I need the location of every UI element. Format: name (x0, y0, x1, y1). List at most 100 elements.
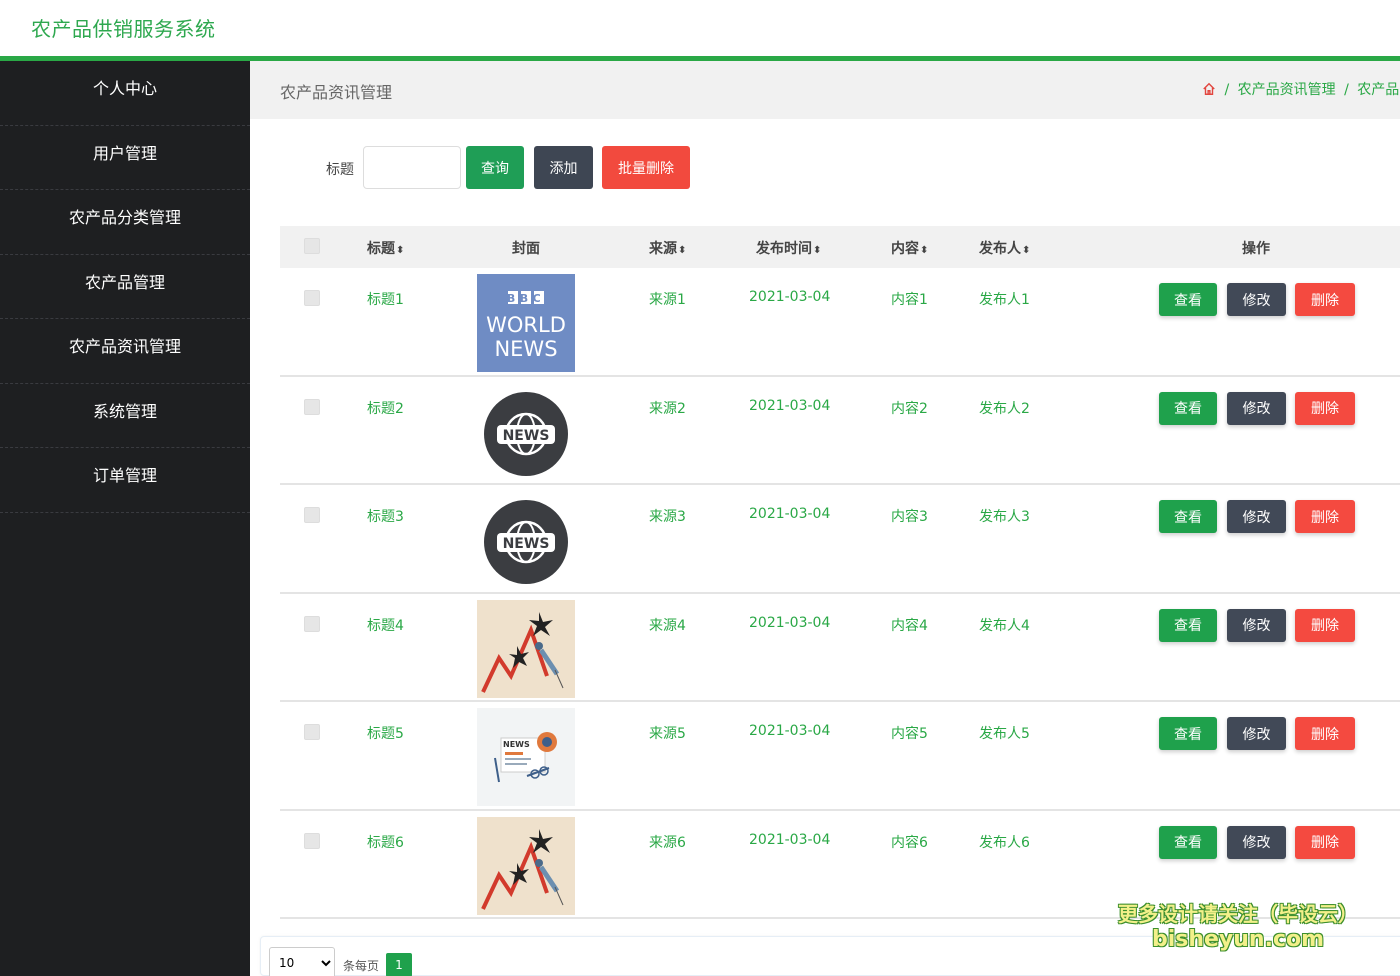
row-checkbox[interactable] (304, 398, 320, 415)
view-button[interactable]: 查看 (1159, 825, 1217, 859)
row-content: 内容4 (891, 617, 928, 634)
header-title[interactable]: 标题⬍ (367, 238, 404, 258)
row-publisher: 发布人2 (979, 400, 1030, 417)
view-button[interactable]: 查看 (1159, 283, 1217, 316)
view-button[interactable]: 查看 (1159, 500, 1217, 533)
row-title: 标题4 (367, 617, 404, 634)
table-row: 标题3 NEWS 来源3 2021-03-04 内容3 发布人3 查看 修改 删… (280, 485, 1400, 594)
top-header: 农产品供销服务系统 (0, 0, 1400, 56)
row-content: 内容5 (891, 726, 928, 742)
table-row: 标题2 NEWS 来源2 2021-03-04 内容2 发布人2 查看 修改 删… (280, 377, 1400, 485)
breadcrumb-item-news-management[interactable]: 农产品资讯管理 (1238, 82, 1336, 98)
delete-button[interactable]: 删除 (1295, 283, 1355, 316)
search-title-input[interactable] (363, 146, 461, 189)
cover-badge-text: NEWS (503, 428, 550, 444)
row-title: 标题3 (367, 509, 404, 525)
row-source: 来源3 (649, 509, 686, 525)
edit-button[interactable]: 修改 (1227, 717, 1286, 750)
header-content[interactable]: 内容⬍ (891, 238, 928, 258)
page-number-current[interactable]: 1 (386, 953, 412, 976)
main-content: 农产品资讯管理 / 农产品资讯管理 / 农产品资讯 标题 查询 添加 批量删除 … (250, 61, 1400, 976)
delete-button[interactable]: 删除 (1295, 391, 1355, 425)
cover-badge-text: NEWS (503, 536, 550, 552)
page-title: 农产品资讯管理 (280, 83, 393, 102)
sort-icon[interactable]: ⬍ (678, 245, 686, 256)
home-icon[interactable] (1202, 82, 1216, 96)
table-row: 标题5 NEWS 来源5 2021-03-04 内容5 发布人5 查看 修改 删… (280, 702, 1400, 811)
app-title: 农产品供销服务系统 (31, 17, 216, 41)
query-button[interactable]: 查询 (466, 146, 524, 189)
view-button[interactable]: 查看 (1159, 391, 1217, 425)
delete-button[interactable]: 删除 (1295, 500, 1355, 533)
add-button[interactable]: 添加 (534, 146, 593, 189)
cover-news-text: NEWS (494, 337, 557, 361)
row-publisher: 发布人4 (979, 617, 1030, 634)
search-bar: 标题 查询 添加 批量删除 (250, 145, 1400, 189)
batch-delete-button[interactable]: 批量删除 (602, 146, 690, 189)
watermark: 更多设计请关注（毕设云） bisheyun.com (1118, 898, 1358, 952)
breadcrumb-separator: / (1224, 82, 1230, 98)
cover-bbc-text: BBC (507, 292, 545, 305)
cover-image-newspaper: NEWS (477, 708, 575, 806)
row-checkbox[interactable] (304, 832, 320, 849)
sidebar-item-system-management[interactable]: 系统管理 (0, 384, 250, 448)
page-size-label: 条每页 (343, 959, 380, 973)
view-button[interactable]: 查看 (1159, 608, 1217, 642)
row-checkbox[interactable] (304, 615, 320, 632)
delete-button[interactable]: 删除 (1295, 717, 1355, 750)
watermark-line1: 更多设计请关注（毕设云） (1118, 902, 1358, 926)
row-content: 内容1 (891, 292, 928, 308)
row-publisher: 发布人5 (979, 726, 1030, 742)
row-checkbox[interactable] (304, 290, 320, 306)
row-content: 内容3 (891, 509, 928, 525)
row-title: 标题2 (367, 400, 404, 417)
row-content: 内容6 (891, 834, 928, 851)
select-all-checkbox[interactable] (304, 238, 320, 254)
search-title-label: 标题 (326, 162, 354, 178)
sidebar-item-order-management[interactable]: 订单管理 (0, 448, 250, 513)
edit-button[interactable]: 修改 (1227, 391, 1286, 425)
sort-icon[interactable]: ⬍ (920, 245, 928, 256)
sort-icon[interactable]: ⬍ (813, 245, 821, 256)
page-size-select[interactable]: 10 (269, 947, 335, 976)
edit-button[interactable]: 修改 (1227, 825, 1286, 859)
sidebar-item-user-management[interactable]: 用户管理 (0, 126, 250, 190)
row-publish-time: 2021-03-04 (749, 831, 831, 848)
row-publisher: 发布人6 (979, 834, 1030, 851)
header-source[interactable]: 来源⬍ (649, 238, 686, 258)
cover-image-news-globe: NEWS (477, 491, 575, 589)
cover-image-falling-chart (477, 816, 575, 915)
sidebar-item-product-management[interactable]: 农产品管理 (0, 255, 250, 319)
row-publisher: 发布人1 (979, 292, 1030, 308)
view-button[interactable]: 查看 (1159, 717, 1217, 750)
row-source: 来源4 (649, 617, 686, 634)
header-publish-time[interactable]: 发布时间⬍ (756, 238, 821, 258)
sidebar-item-personal-center[interactable]: 个人中心 (0, 61, 250, 126)
news-table: 标题⬍ 封面 来源⬍ 发布时间⬍ 内容⬍ 发布人⬍ 操作 标题1 BBC WOR… (280, 226, 1400, 919)
row-publish-time: 2021-03-04 (749, 506, 831, 522)
row-checkbox[interactable] (304, 507, 320, 523)
breadcrumb-bar: 农产品资讯管理 / 农产品资讯管理 / 农产品资讯 (250, 61, 1400, 119)
table-row: 标题1 BBC WORLD NEWS 来源1 2021-03-04 内容1 发布… (280, 268, 1400, 377)
header-publisher[interactable]: 发布人⬍ (979, 238, 1030, 258)
delete-button[interactable]: 删除 (1295, 825, 1355, 859)
delete-button[interactable]: 删除 (1295, 608, 1355, 642)
row-publish-time: 2021-03-04 (749, 614, 831, 631)
cover-image-falling-chart (477, 599, 575, 698)
row-checkbox[interactable] (304, 724, 320, 740)
header-actions: 操作 (1242, 241, 1270, 257)
row-title: 标题6 (367, 834, 404, 851)
sort-icon[interactable]: ⬍ (396, 245, 404, 256)
header-cover: 封面 (512, 241, 540, 257)
row-publish-time: 2021-03-04 (749, 397, 831, 414)
sidebar: 个人中心 用户管理 农产品分类管理 农产品管理 农产品资讯管理 系统管理 订单管… (0, 61, 250, 976)
sidebar-item-news-management[interactable]: 农产品资讯管理 (0, 319, 250, 384)
cover-paper-text: NEWS (503, 740, 530, 749)
breadcrumb: / 农产品资讯管理 / 农产品资讯 (1202, 79, 1400, 99)
edit-button[interactable]: 修改 (1227, 500, 1286, 533)
sidebar-item-category-management[interactable]: 农产品分类管理 (0, 190, 250, 255)
edit-button[interactable]: 修改 (1227, 283, 1286, 316)
edit-button[interactable]: 修改 (1227, 608, 1286, 642)
row-publish-time: 2021-03-04 (749, 289, 831, 305)
sort-icon[interactable]: ⬍ (1022, 245, 1030, 256)
